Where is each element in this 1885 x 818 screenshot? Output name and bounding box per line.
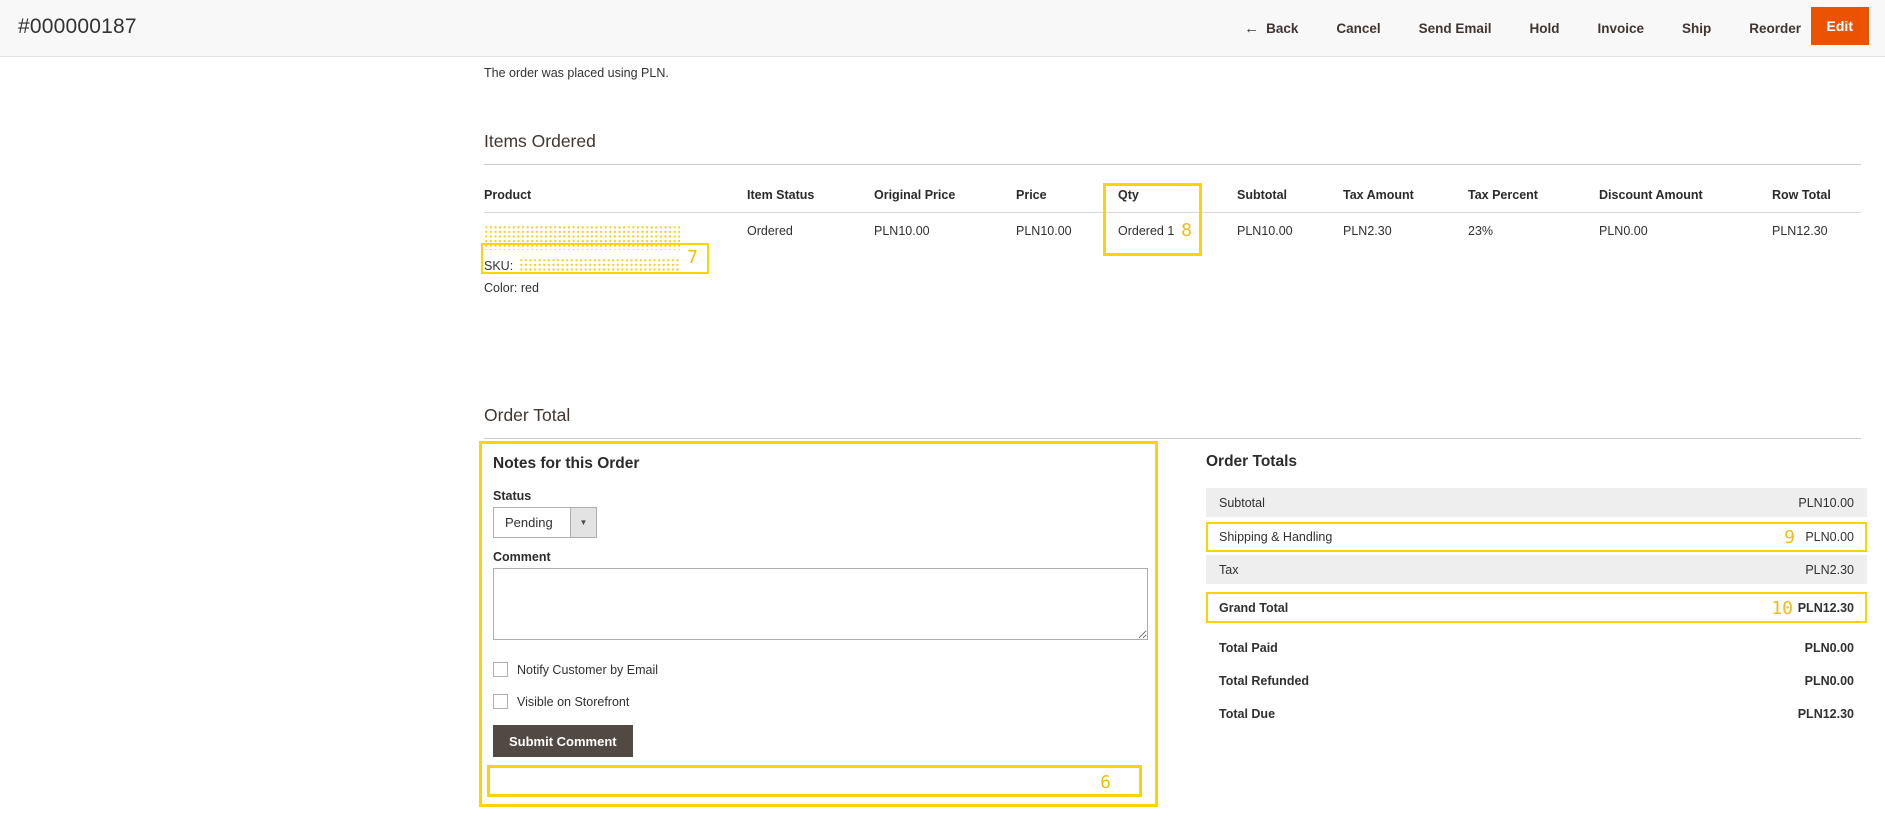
col-header-price: Price: [1016, 188, 1118, 213]
totals-label: Total Refunded: [1219, 674, 1309, 688]
hold-button[interactable]: Hold: [1529, 21, 1559, 36]
totals-value: PLN2.30: [1805, 563, 1854, 577]
chevron-down-icon: ▼: [580, 518, 588, 527]
ship-button[interactable]: Ship: [1682, 21, 1711, 36]
sku-value-redacted: [519, 258, 679, 273]
product-sku-line: SKU:: [484, 258, 741, 273]
status-select-arrow-area: ▼: [570, 508, 596, 537]
back-button[interactable]: ← Back: [1244, 20, 1298, 37]
totals-label: Total Paid: [1219, 641, 1278, 655]
items-ordered-heading: Items Ordered: [484, 131, 1861, 165]
totals-row-total-paid: Total Paid PLN0.00: [1206, 636, 1867, 660]
notify-customer-checkbox-row[interactable]: Notify Customer by Email: [493, 662, 658, 677]
items-ordered-table: Product Item Status Original Price Price…: [484, 188, 1861, 295]
product-cell: SKU: Color: red: [484, 213, 747, 296]
totals-label: Grand Total: [1219, 601, 1288, 615]
order-total-heading: Order Total: [484, 405, 1861, 439]
send-email-button[interactable]: Send Email: [1419, 21, 1492, 36]
item-status-cell: Ordered: [747, 213, 874, 296]
visible-storefront-checkbox[interactable]: [493, 694, 508, 709]
product-color-line: Color: red: [484, 281, 741, 295]
items-table-header-row: Product Item Status Original Price Price…: [484, 188, 1861, 213]
totals-value: PLN12.30: [1798, 601, 1854, 615]
row-total-cell: PLN12.30: [1772, 213, 1861, 296]
original-price-cell: PLN10.00: [874, 213, 1016, 296]
qty-cell: Ordered 1: [1118, 213, 1237, 296]
edit-button[interactable]: Edit: [1811, 7, 1869, 45]
tax-amount-cell: PLN2.30: [1343, 213, 1468, 296]
col-header-qty: Qty: [1118, 188, 1237, 213]
back-arrow-icon: ←: [1244, 20, 1259, 37]
status-field-label: Status: [493, 489, 531, 503]
totals-label: Total Due: [1219, 707, 1275, 721]
status-selected-value: Pending: [494, 508, 570, 537]
col-header-tax-percent: Tax Percent: [1468, 188, 1599, 213]
order-view-page: #000000187 ← Back Cancel Send Email Hold…: [0, 0, 1885, 818]
color-label: Color:: [484, 281, 517, 295]
totals-value: PLN0.00: [1805, 530, 1854, 544]
discount-amount-cell: PLN0.00: [1599, 213, 1772, 296]
reorder-button[interactable]: Reorder: [1749, 21, 1801, 36]
col-header-row-total: Row Total: [1772, 188, 1861, 213]
totals-value: PLN12.30: [1798, 707, 1854, 721]
col-header-subtotal: Subtotal: [1237, 188, 1343, 213]
totals-value: PLN0.00: [1805, 674, 1854, 688]
totals-label: Shipping & Handling: [1219, 530, 1332, 544]
totals-row-shipping-handling: Shipping & Handling PLN0.00: [1206, 522, 1867, 552]
invoice-button[interactable]: Invoice: [1597, 21, 1644, 36]
visible-storefront-checkbox-row[interactable]: Visible on Storefront: [493, 694, 629, 709]
col-header-item-status: Item Status: [747, 188, 874, 213]
header-action-bar: ← Back Cancel Send Email Hold Invoice Sh…: [1244, 0, 1801, 57]
totals-row-total-due: Total Due PLN12.30: [1206, 702, 1867, 726]
totals-row-tax: Tax PLN2.30: [1206, 555, 1867, 584]
notify-customer-label: Notify Customer by Email: [517, 663, 658, 677]
comment-field-label: Comment: [493, 550, 551, 564]
totals-row-grand-total: Grand Total PLN12.30: [1206, 592, 1867, 623]
order-totals-title: Order Totals: [1206, 453, 1297, 471]
notes-panel-title: Notes for this Order: [493, 455, 639, 473]
product-name-redacted: [484, 225, 680, 250]
subtotal-cell: PLN10.00: [1237, 213, 1343, 296]
notes-for-order-panel: Notes for this Order Status Pending ▼ Co…: [479, 441, 1158, 807]
col-header-product: Product: [484, 188, 747, 213]
col-header-discount-amount: Discount Amount: [1599, 188, 1772, 213]
order-number-title: #000000187: [18, 15, 137, 39]
totals-value: PLN0.00: [1805, 641, 1854, 655]
notify-customer-checkbox[interactable]: [493, 662, 508, 677]
cancel-button[interactable]: Cancel: [1336, 21, 1380, 36]
totals-value: PLN10.00: [1798, 496, 1854, 510]
col-header-original-price: Original Price: [874, 188, 1016, 213]
status-select[interactable]: Pending ▼: [493, 507, 597, 538]
page-header: #000000187 ← Back Cancel Send Email Hold…: [0, 0, 1885, 57]
totals-row-subtotal: Subtotal PLN10.00: [1206, 488, 1867, 517]
comment-textarea[interactable]: [493, 568, 1148, 640]
col-header-tax-amount: Tax Amount: [1343, 188, 1468, 213]
back-button-label: Back: [1266, 21, 1298, 36]
totals-label: Subtotal: [1219, 496, 1265, 510]
totals-label: Tax: [1219, 563, 1238, 577]
totals-row-total-refunded: Total Refunded PLN0.00: [1206, 669, 1867, 693]
submit-comment-button[interactable]: Submit Comment: [493, 725, 633, 757]
price-cell: PLN10.00: [1016, 213, 1118, 296]
tax-percent-cell: 23%: [1468, 213, 1599, 296]
visible-storefront-label: Visible on Storefront: [517, 695, 629, 709]
item-row: SKU: Color: red Ordered PLN10.00 PLN10.0…: [484, 213, 1861, 296]
sku-label: SKU:: [484, 259, 513, 273]
order-currency-notice: The order was placed using PLN.: [484, 66, 669, 80]
color-value: red: [521, 281, 539, 295]
